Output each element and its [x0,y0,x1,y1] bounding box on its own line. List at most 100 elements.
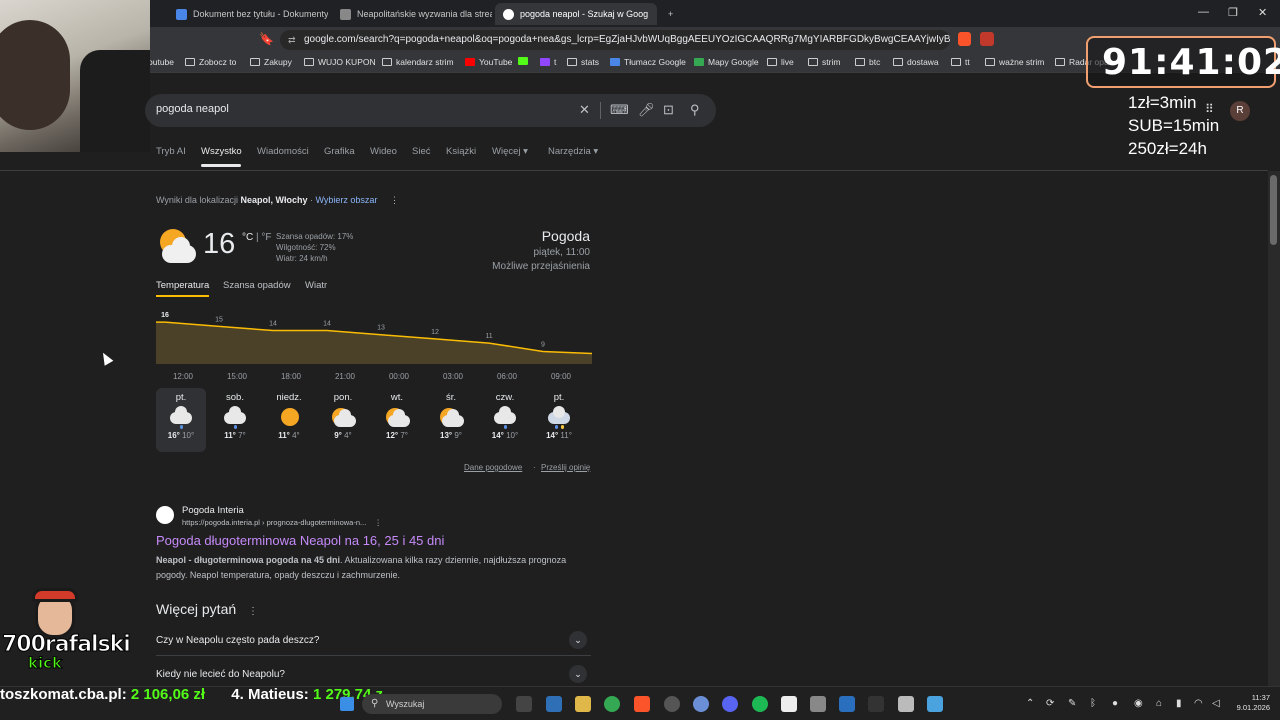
task-view-icon[interactable] [516,696,532,712]
file-explorer-icon[interactable] [575,696,591,712]
microphone-icon[interactable]: ▮ [1176,698,1182,709]
chevron-down-icon[interactable]: ⌄ [569,631,587,649]
taskbar-clock[interactable]: 11:37 9.01.2026 [1226,693,1270,713]
app-icon[interactable] [898,696,914,712]
bookmark-item[interactable]: Mapy Google [694,57,759,67]
extension-icon[interactable] [980,32,994,46]
tab-article[interactable]: Neapolitańskie wyzwania dla stream [332,3,492,25]
keyboard-icon[interactable]: ⌨ [610,102,629,118]
address-bar[interactable]: ⇄ google.com/search?q=pogoda+neapol&oq=p… [280,30,950,50]
brave-shield-icon[interactable] [958,32,971,46]
tab-news[interactable]: Wiadomości [257,146,309,157]
wifi-icon[interactable]: ◠ [1194,698,1203,709]
day-forecast[interactable]: śr. 13° 9° [426,388,476,452]
minimize-icon[interactable]: — [1198,6,1209,18]
tray-chevron-icon[interactable]: ⌃ [1026,698,1034,709]
bookmark-item[interactable]: stats [567,57,599,67]
day-forecast[interactable]: czw. 14° 10° [480,388,530,452]
spotify-icon[interactable] [752,696,768,712]
site-info-icon[interactable]: ⇄ [288,30,296,50]
more-options-icon[interactable]: ⋮ [248,606,258,617]
new-tab-button[interactable]: + [660,3,681,25]
tab-books[interactable]: Książki [446,146,476,157]
volume-icon[interactable]: ◁ [1212,698,1220,709]
window-close-icon[interactable]: ✕ [1258,6,1267,19]
unit-celsius[interactable]: °C [242,232,253,243]
day-forecast[interactable]: pon. 9° 4° [318,388,368,452]
tab-google-search[interactable]: pogoda neapol - Szukaj w Goog ✕ [495,3,657,25]
app-icon[interactable] [781,696,797,712]
bookmark-item[interactable]: Tłumacz Google [610,57,686,67]
bookmark-item[interactable]: live [767,57,794,67]
scrollbar-thumb[interactable] [1270,175,1277,245]
tray-icon[interactable]: ● [1112,698,1118,709]
app-icon[interactable] [839,696,855,712]
bluetooth-icon[interactable]: ᛒ [1090,698,1096,709]
tray-icon[interactable]: ⟳ [1046,698,1054,709]
tab-temperature[interactable]: Temperatura [156,280,209,291]
unit-fahrenheit[interactable]: °F [261,232,271,243]
search-input[interactable]: pogoda neapol ✕ ⌨ 🎤︎ ⊡ ⚲ [145,94,716,127]
chrome-icon[interactable] [604,696,620,712]
scrollbar-track[interactable] [1268,171,1280,686]
steam-icon[interactable]: ◉ [1134,698,1143,709]
change-area-link[interactable]: Wybierz obszar [315,195,377,205]
tab-partial[interactable] [148,3,164,25]
maximize-icon[interactable]: ❐ [1228,6,1238,19]
tab-ai-mode[interactable]: Tryb AI [156,146,186,157]
search-icon[interactable]: ⚲ [690,102,700,118]
tab-all[interactable]: Wszystko [201,146,242,157]
tab-images[interactable]: Grafika [324,146,355,157]
bookmark-item[interactable]: YouTube [465,57,512,67]
bookmark-item[interactable]: dostawa [893,57,939,67]
apps-grid-icon[interactable]: ⠿ [1205,102,1214,116]
microphone-icon[interactable]: 🎤︎ [638,102,655,118]
store-icon[interactable] [546,696,562,712]
bookmark-item[interactable]: ważne strim [985,57,1044,67]
bookmark-item[interactable] [518,57,532,65]
bookmark-item[interactable]: btc [855,57,880,67]
day-forecast[interactable]: pt. 16° 10° [156,388,206,452]
result-title-link[interactable]: Pogoda długoterminowa Neapol na 16, 25 i… [156,533,444,548]
avatar[interactable]: R [1230,101,1250,121]
tab-tools[interactable]: Narzędzia ▾ [548,146,598,157]
result-site-name[interactable]: Pogoda Interia [182,505,244,516]
result-url[interactable]: https://pogoda.interia.pl › prognoza-dlu… [182,518,382,527]
bookmark-item[interactable]: outube [148,57,174,67]
day-forecast[interactable]: wt. 12° 7° [372,388,422,452]
obs-icon[interactable] [664,696,680,712]
app-icon[interactable] [927,696,943,712]
close-tab-icon[interactable]: ✕ [648,8,657,21]
network-icon[interactable]: ⌂ [1156,698,1162,709]
feedback-link[interactable]: Prześlij opinię [541,463,590,472]
bookmark-icon[interactable]: 🔖 [259,32,274,46]
more-options-icon[interactable]: ⋮ [374,518,382,527]
bookmark-item[interactable]: kalendarz strim [382,57,454,67]
tab-videos[interactable]: Wideo [370,146,397,157]
app-icon[interactable] [693,696,709,712]
brave-icon[interactable] [634,696,650,712]
tab-precipitation[interactable]: Szansa opadów [223,280,291,291]
tab-docs[interactable]: Dokument bez tytułu - Dokumenty G [168,3,328,25]
taskbar-search[interactable]: ⚲ Wyszukaj [362,694,502,714]
paa-question[interactable]: Czy w Neapolu często pada deszcz? ⌄ [156,626,591,656]
day-forecast[interactable]: pt. 14° 11° [534,388,584,452]
camera-icon[interactable]: ⊡ [663,102,674,118]
calculator-icon[interactable] [810,696,826,712]
discord-icon[interactable] [722,696,738,712]
tab-more[interactable]: Więcej ▾ [492,146,528,157]
bookmark-item[interactable]: WUJO KUPON [304,57,376,67]
bookmark-item[interactable]: Zakupy [250,57,292,67]
day-forecast[interactable]: niedz. 11° 4° [264,388,314,452]
clear-icon[interactable]: ✕ [579,102,590,118]
tab-web[interactable]: Sieć [412,146,430,157]
more-options-icon[interactable]: ⋮ [390,195,399,205]
tray-icon[interactable]: ✎ [1068,698,1076,709]
bookmark-item[interactable]: t [540,57,556,67]
bookmark-item[interactable]: strim [808,57,840,67]
day-forecast[interactable]: sob. 11° 7° [210,388,260,452]
bookmark-item[interactable]: Zobocz to [185,57,236,67]
windows-start-icon[interactable] [340,697,354,711]
chevron-down-icon[interactable]: ⌄ [569,665,587,683]
bookmark-item[interactable]: tt [951,57,970,67]
